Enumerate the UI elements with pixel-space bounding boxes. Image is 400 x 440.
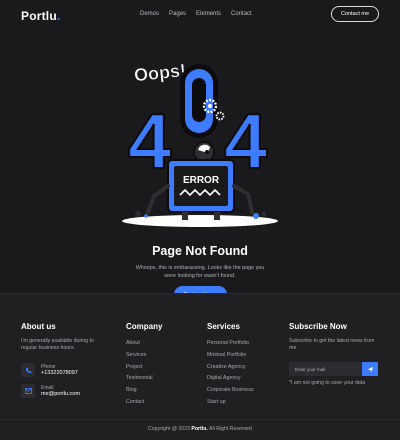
copyright-suffix: All Right Reserved xyxy=(208,426,252,432)
subscribe-note: *I am not going to save your data xyxy=(289,380,366,386)
robot-body xyxy=(167,159,235,220)
footer-divider xyxy=(0,419,400,420)
logo[interactable]: Portlu. xyxy=(21,9,60,23)
site-header: Portlu. Demos Pages Elements Contact Con… xyxy=(0,0,400,30)
scattered-part xyxy=(253,213,259,219)
services-link-digital-agency[interactable]: Digital Agency xyxy=(207,375,254,387)
phone-value[interactable]: +13322078097 xyxy=(41,370,78,377)
services-link-start-up[interactable]: Start up xyxy=(207,399,254,411)
email-icon xyxy=(21,384,35,398)
subscribe-heading: Subscribe Now xyxy=(289,322,347,331)
scattered-part xyxy=(144,214,148,218)
copyright-prefix: Copyright @ 2023 xyxy=(148,426,190,432)
copyright-brand[interactable]: Portlu. xyxy=(191,426,207,432)
hero-section: Oops! 4 4 ERROR Page Not Found Whoops, t… xyxy=(0,30,400,303)
company-link-contact[interactable]: Contact xyxy=(126,399,162,411)
subscribe-send-button[interactable] xyxy=(362,362,378,376)
footer-about: About us I'm generally available during … xyxy=(21,322,111,352)
services-links: Personal Portfolio Minimal Portfolio Cre… xyxy=(207,340,254,411)
contact-me-button[interactable]: Contact me xyxy=(331,6,379,22)
services-link-corporate-business[interactable]: Corporate Business xyxy=(207,387,254,399)
nav-item-pages[interactable]: Pages xyxy=(169,11,186,17)
nav-item-elements[interactable]: Elements xyxy=(196,11,221,17)
services-link-personal-portfolio[interactable]: Personal Portfolio xyxy=(207,340,254,352)
company-link-services[interactable]: Services xyxy=(126,352,162,364)
logo-dot: . xyxy=(56,9,61,23)
footer-company: Company About Services Project Testimoni… xyxy=(126,322,162,411)
main-nav: Demos Pages Elements Contact xyxy=(140,11,252,17)
robot-arm-right xyxy=(232,184,254,214)
footer-subscribe: Subscribe Now Subscribe to get the lates… xyxy=(289,322,381,352)
company-link-testimonial[interactable]: Testimonial xyxy=(126,375,162,387)
company-link-project[interactable]: Project xyxy=(126,364,162,376)
nav-item-contact[interactable]: Contact xyxy=(231,11,252,17)
oops-text: Oops! xyxy=(133,60,187,85)
phone-contact: Phone +13322078097 xyxy=(21,363,78,377)
footer-services: Services Personal Portfolio Minimal Port… xyxy=(207,322,254,411)
send-icon xyxy=(367,366,373,372)
services-heading: Services xyxy=(207,322,240,331)
copyright: Copyright @ 2023 Portlu. All Right Reser… xyxy=(0,426,400,432)
email-value[interactable]: me@portlu.com xyxy=(41,391,80,398)
zero-hole xyxy=(192,78,206,122)
services-link-minimal-portfolio[interactable]: Minimal Portfolio xyxy=(207,352,254,364)
logo-text: Portlu xyxy=(21,9,57,23)
company-link-blog[interactable]: Blog xyxy=(126,387,162,399)
company-link-about[interactable]: About xyxy=(126,340,162,352)
page-description: Whoops, this is embarassing. Looks like … xyxy=(135,265,265,279)
error-sign: ERROR xyxy=(183,175,220,186)
services-link-creative-agency[interactable]: Creative Agency xyxy=(207,364,254,376)
subscribe-text: Subscribe to get the latest news from me xyxy=(289,338,375,351)
robot-arm-left xyxy=(146,184,170,214)
company-heading: Company xyxy=(126,322,163,331)
big-four-left: 4 xyxy=(128,97,171,185)
phone-icon xyxy=(21,363,35,377)
about-heading: About us xyxy=(21,322,56,331)
about-text: I'm generally available during to regula… xyxy=(21,338,94,351)
scattered-part xyxy=(262,212,266,216)
company-links: About Services Project Testimonial Blog … xyxy=(126,340,162,411)
email-contact: Email me@portlu.com xyxy=(21,384,80,398)
scattered-part xyxy=(135,211,141,217)
404-illustration: Oops! 4 4 ERROR xyxy=(122,60,278,227)
page-title: Page Not Found xyxy=(152,244,248,258)
nav-item-demos[interactable]: Demos xyxy=(140,11,159,17)
